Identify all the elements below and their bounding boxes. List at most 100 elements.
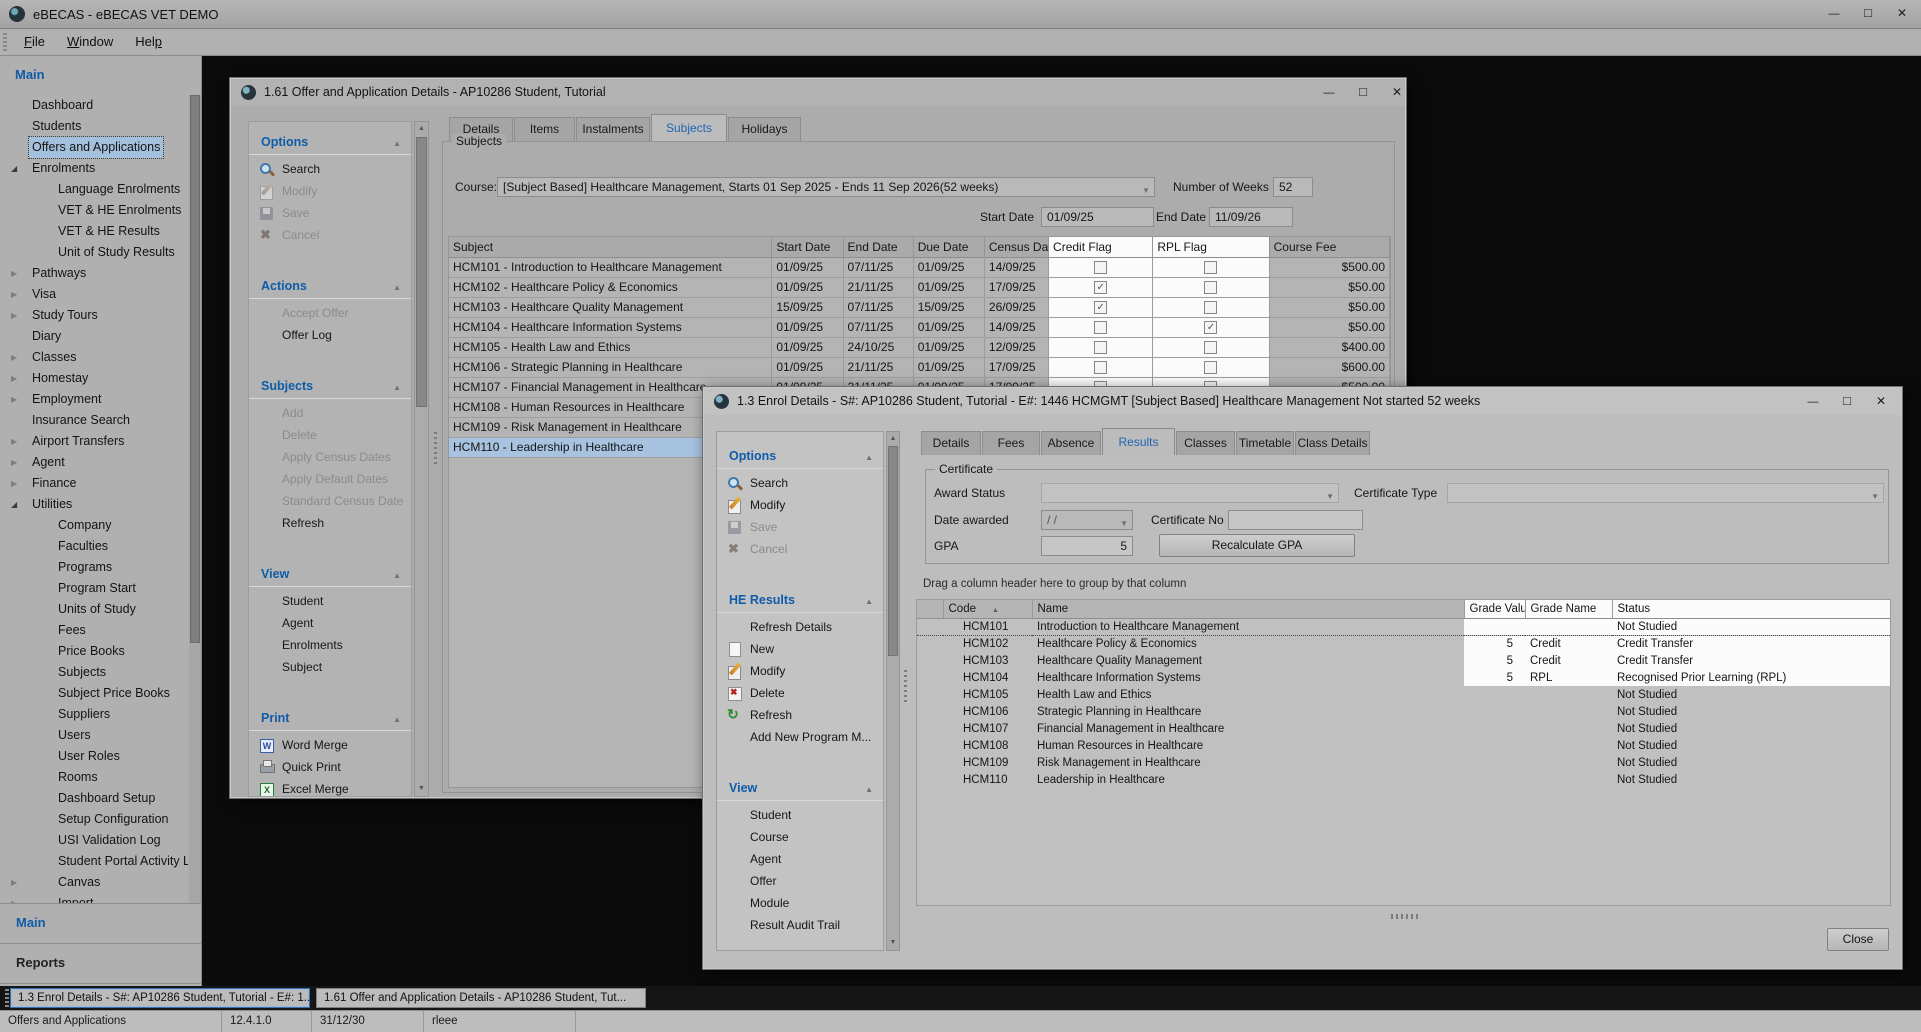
gpa-field[interactable]: 5 xyxy=(1041,536,1133,556)
panel-item-word-merge[interactable]: Word Merge xyxy=(249,734,411,756)
sidebar-item-units-of-study[interactable]: Units of Study xyxy=(1,599,188,620)
sidebar-item-rooms[interactable]: Rooms xyxy=(1,767,188,788)
column-header-census-date[interactable]: Census Date xyxy=(984,237,1048,257)
panel-section-header-options[interactable]: Options xyxy=(249,130,411,155)
sidebar-scrollbar-thumb[interactable] xyxy=(190,95,200,643)
panel-item-save[interactable]: Save xyxy=(249,202,411,224)
sidebar-item-pathways[interactable]: ▶Pathways xyxy=(1,263,188,284)
collapse-icon[interactable] xyxy=(393,709,401,727)
taskbar-button-2[interactable]: 1.61 Offer and Application Details - AP1… xyxy=(316,988,646,1008)
tab-timetable[interactable]: Timetable xyxy=(1236,431,1294,455)
menu-item-window[interactable]: Window xyxy=(56,29,124,55)
panel-item-refresh-details[interactable]: Refresh Details xyxy=(717,616,883,638)
app-maximize-button[interactable] xyxy=(1852,0,1884,27)
certificate-no-field[interactable] xyxy=(1228,510,1363,530)
panel-item-excel-merge[interactable]: Excel Merge xyxy=(249,778,411,797)
panel-section-header-view[interactable]: View xyxy=(249,562,411,587)
scroll-up-icon[interactable]: ▲ xyxy=(887,432,899,446)
panel-item-standard-census-date[interactable]: Standard Census Date xyxy=(249,490,411,512)
panel-section-header-subjects[interactable]: Subjects xyxy=(249,374,411,399)
grid-row[interactable]: HCM105Health Law and EthicsNot Studied xyxy=(917,686,1890,703)
sidebar-item-enrolments[interactable]: ◢Enrolments xyxy=(1,158,188,179)
checkbox-rpl[interactable] xyxy=(1204,361,1217,374)
column-header-code[interactable]: Code xyxy=(943,600,1032,618)
window2-panel-scrollbar[interactable]: ▲ ▼ xyxy=(886,431,900,951)
tab-class-details[interactable]: Class Details xyxy=(1295,431,1370,455)
scrollbar-thumb[interactable] xyxy=(416,137,427,407)
table-row[interactable]: HCM105 - Health Law and Ethics01/09/2524… xyxy=(449,337,1390,357)
window1-maximize-button[interactable] xyxy=(1347,82,1379,103)
certificate-type-select[interactable] xyxy=(1447,483,1884,503)
column-header-status[interactable]: Status xyxy=(1612,600,1890,618)
sidebar-item-diary[interactable]: Diary xyxy=(1,326,188,347)
collapse-icon[interactable] xyxy=(393,133,401,151)
panel-section-header-actions[interactable]: Actions xyxy=(249,274,411,299)
grid-row[interactable]: HCM104Healthcare Information Systems5RPL… xyxy=(917,669,1890,686)
tab-instalments[interactable]: Instalments xyxy=(576,117,650,141)
app-minimize-button[interactable] xyxy=(1818,0,1850,27)
window2-close-button[interactable] xyxy=(1865,391,1897,412)
end-date-field[interactable]: 11/09/26 xyxy=(1209,207,1293,227)
panel-item-agent[interactable]: Agent xyxy=(717,848,883,870)
sidebar-item-programs[interactable]: Programs xyxy=(1,557,188,578)
panel-section-header-options[interactable]: Options xyxy=(717,444,883,469)
checkbox-credit[interactable] xyxy=(1094,361,1107,374)
sidebar-item-students[interactable]: Students xyxy=(1,116,188,137)
grid-row[interactable]: HCM102Healthcare Policy & Economics5Cred… xyxy=(917,635,1890,652)
window2-maximize-button[interactable] xyxy=(1831,391,1863,412)
window2-titlebar[interactable]: 1.3 Enrol Details - S#: AP10286 Student,… xyxy=(704,388,1901,415)
grid-row[interactable]: HCM103Healthcare Quality Management5Cred… xyxy=(917,652,1890,669)
sidebar-item-company[interactable]: Company xyxy=(1,515,188,536)
sidebar-item-finance[interactable]: ▶Finance xyxy=(1,473,188,494)
tab-holidays[interactable]: Holidays xyxy=(728,117,801,141)
collapse-icon[interactable] xyxy=(865,779,873,797)
checkbox-credit-checked[interactable]: ✓ xyxy=(1094,301,1107,314)
panel-item-search[interactable]: Search xyxy=(249,158,411,180)
panel-item-student[interactable]: Student xyxy=(249,590,411,612)
checkbox-credit-checked[interactable]: ✓ xyxy=(1094,281,1107,294)
tab-classes[interactable]: Classes xyxy=(1176,431,1235,455)
sidebar-item-dashboard-setup[interactable]: Dashboard Setup xyxy=(1,788,188,809)
chevron-collapsed-icon[interactable]: ▶ xyxy=(11,284,23,305)
sidebar-item-faculties[interactable]: Faculties xyxy=(1,536,188,557)
sidebar-section-main[interactable]: Main xyxy=(16,915,46,930)
collapse-icon[interactable] xyxy=(393,377,401,395)
column-header-grade-value[interactable]: Grade Value xyxy=(1464,600,1525,618)
chevron-collapsed-icon[interactable]: ▶ xyxy=(11,347,23,368)
panel-item-add[interactable]: Add xyxy=(249,402,411,424)
sidebar-item-homestay[interactable]: ▶Homestay xyxy=(1,368,188,389)
scrollbar-thumb[interactable] xyxy=(888,446,898,656)
scroll-down-icon[interactable]: ▼ xyxy=(415,782,428,796)
chevron-collapsed-icon[interactable]: ▶ xyxy=(11,368,23,389)
collapse-icon[interactable] xyxy=(865,591,873,609)
column-header-grade-name[interactable]: Grade Name xyxy=(1525,600,1612,618)
panel-item-modify[interactable]: Modify xyxy=(249,180,411,202)
date-awarded-select[interactable]: / / xyxy=(1041,510,1133,530)
panel-item-modify[interactable]: Modify xyxy=(717,660,883,682)
table-row[interactable]: HCM104 - Healthcare Information Systems0… xyxy=(449,317,1390,337)
panel-item-modify[interactable]: Modify xyxy=(717,494,883,516)
tab-results[interactable]: Results xyxy=(1102,428,1175,455)
panel-item-refresh[interactable]: Refresh xyxy=(717,704,883,726)
checkbox-credit[interactable] xyxy=(1094,341,1107,354)
tab-details[interactable]: Details xyxy=(921,431,981,455)
panel-item-save[interactable]: Save xyxy=(717,516,883,538)
course-select[interactable]: [Subject Based] Healthcare Management, S… xyxy=(497,177,1155,197)
table-row[interactable]: HCM106 - Strategic Planning in Healthcar… xyxy=(449,357,1390,377)
menu-item-help[interactable]: Help xyxy=(124,29,173,55)
tab-items[interactable]: Items xyxy=(514,117,575,141)
app-close-button[interactable] xyxy=(1886,0,1918,27)
chevron-collapsed-icon[interactable]: ▶ xyxy=(11,389,23,410)
checkbox-rpl[interactable] xyxy=(1204,301,1217,314)
sidebar-section-reports[interactable]: Reports xyxy=(16,955,65,970)
sidebar-item-suppliers[interactable]: Suppliers xyxy=(1,704,188,725)
checkbox-rpl[interactable] xyxy=(1204,341,1217,354)
tab-subjects[interactable]: Subjects xyxy=(651,114,727,141)
checkbox-credit[interactable] xyxy=(1094,261,1107,274)
sidebar-item-language-enrolments[interactable]: Language Enrolments xyxy=(1,179,188,200)
sidebar-item-employment[interactable]: ▶Employment xyxy=(1,389,188,410)
panel-item-quick-print[interactable]: Quick Print xyxy=(249,756,411,778)
grid-row[interactable]: HCM101Introduction to Healthcare Managem… xyxy=(917,618,1890,635)
panel-item-enrolments[interactable]: Enrolments xyxy=(249,634,411,656)
panel-item-course[interactable]: Course xyxy=(717,826,883,848)
